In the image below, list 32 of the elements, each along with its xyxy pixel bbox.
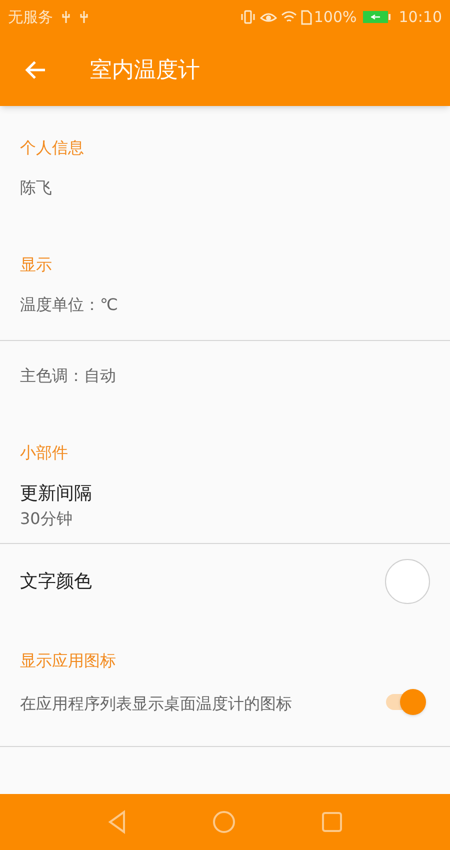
section-header: 小部件	[20, 442, 68, 464]
app-bar-title: 室内温度计	[90, 56, 200, 84]
usb-icon	[61, 10, 71, 24]
home-circle-icon	[212, 810, 236, 834]
preference-row[interactable]: 更新间隔 30分钟	[0, 481, 450, 543]
preference-title: 更新间隔	[20, 482, 93, 506]
preference-row[interactable]: 文字颜色	[0, 544, 450, 619]
preference-row[interactable]: 温度单位：℃	[0, 293, 450, 340]
usb-icon	[79, 10, 89, 24]
recents-square-icon	[321, 811, 344, 833]
preference-title: 文字颜色	[20, 570, 92, 594]
back-triangle-icon	[106, 810, 127, 834]
vibrate-icon	[240, 9, 256, 25]
back-arrow-icon	[24, 60, 46, 80]
section-header: 显示	[20, 254, 52, 276]
section-header: 显示应用图标	[20, 650, 116, 672]
color-swatch[interactable]	[385, 559, 430, 604]
preference-summary: 30分钟	[20, 508, 74, 530]
carrier-text: 无服务	[8, 6, 53, 28]
section-header: 个人信息	[20, 137, 84, 159]
preference-summary: 陈飞	[20, 177, 52, 199]
preference-summary: 在应用程序列表显示桌面温度计的图标	[20, 693, 292, 715]
battery-text: 100%	[314, 6, 357, 28]
time-text: 10:10	[398, 6, 442, 28]
preference-row[interactable]: 主色调：自动	[0, 341, 450, 411]
preference-summary: 温度单位：℃	[20, 294, 118, 316]
preference-summary: 主色调：自动	[20, 365, 116, 387]
preference-row[interactable]: 在应用程序列表显示桌面温度计的图标	[0, 689, 450, 746]
preference-row[interactable]: 陈飞	[0, 176, 450, 223]
sim-icon	[300, 10, 312, 24]
battery-icon	[362, 10, 391, 24]
wifi-icon	[280, 10, 297, 24]
